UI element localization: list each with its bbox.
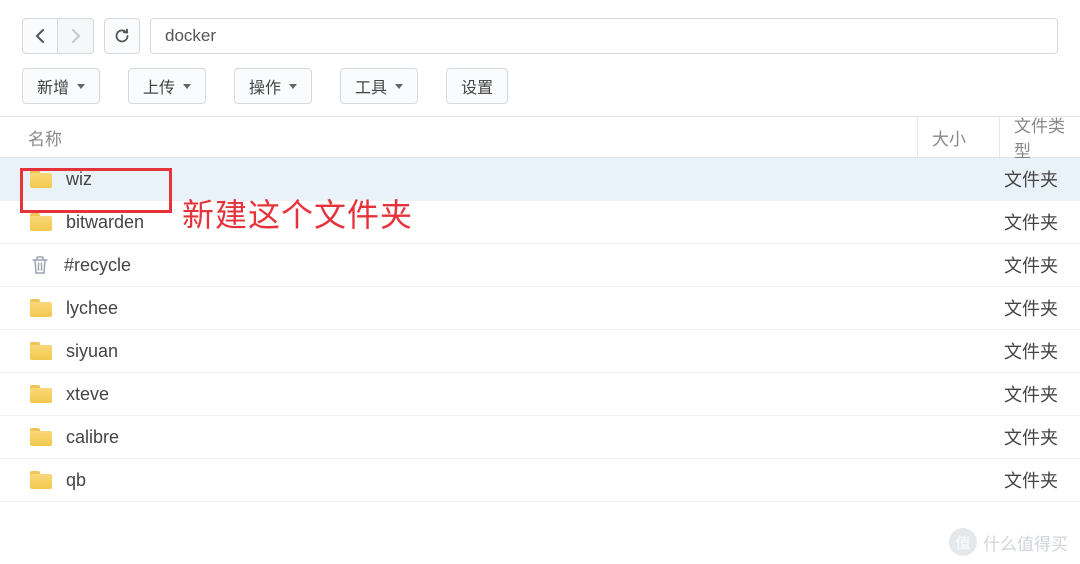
cell-type: 文件夹 (1000, 467, 1080, 493)
table-row[interactable]: bitwarden 文件夹 (0, 201, 1080, 244)
upload-button[interactable]: 上传 (128, 68, 206, 104)
file-name: bitwarden (66, 212, 144, 233)
back-button[interactable] (22, 18, 58, 54)
file-name: wiz (66, 169, 92, 190)
tool-button-label: 工具 (355, 74, 387, 98)
cell-type: 文件夹 (1000, 338, 1080, 364)
settings-button[interactable]: 设置 (446, 68, 508, 104)
refresh-button[interactable] (104, 18, 140, 54)
folder-icon (30, 170, 52, 188)
new-button-label: 新增 (37, 74, 69, 98)
cell-type: 文件夹 (1000, 424, 1080, 450)
column-header-name[interactable]: 名称 (0, 117, 918, 157)
chevron-left-icon (35, 29, 45, 43)
cell-type: 文件夹 (1000, 166, 1080, 192)
cell-type: 文件夹 (1000, 295, 1080, 321)
cell-name: #recycle (0, 255, 918, 276)
caret-down-icon (395, 84, 403, 89)
folder-icon (30, 471, 52, 489)
trash-icon (30, 255, 50, 275)
folder-icon (30, 299, 52, 317)
path-input[interactable] (150, 18, 1058, 54)
file-name: calibre (66, 427, 119, 448)
file-list: wiz文件夹bitwarden文件夹#recycle文件夹lychee文件夹si… (0, 158, 1080, 502)
caret-down-icon (183, 84, 191, 89)
action-button-label: 操作 (249, 74, 281, 98)
caret-down-icon (289, 84, 297, 89)
tool-button[interactable]: 工具 (340, 68, 418, 104)
table-row[interactable]: lychee 文件夹 (0, 287, 1080, 330)
watermark-badge: 值 (949, 528, 977, 556)
nav-group (22, 18, 94, 54)
file-name: qb (66, 470, 86, 491)
cell-name: xteve (0, 384, 918, 405)
cell-name: qb (0, 470, 918, 491)
cell-name: wiz (0, 169, 918, 190)
cell-name: calibre (0, 427, 918, 448)
folder-icon (30, 213, 52, 231)
folder-icon (30, 428, 52, 446)
cell-name: siyuan (0, 341, 918, 362)
watermark-text: 什么值得买 (983, 530, 1068, 555)
table-row[interactable]: xteve 文件夹 (0, 373, 1080, 416)
folder-icon (30, 342, 52, 360)
cell-type: 文件夹 (1000, 252, 1080, 278)
folder-icon (30, 385, 52, 403)
file-name: xteve (66, 384, 109, 405)
cell-type: 文件夹 (1000, 209, 1080, 235)
caret-down-icon (77, 84, 85, 89)
new-button[interactable]: 新增 (22, 68, 100, 104)
watermark: 值 什么值得买 (949, 528, 1068, 556)
cell-type: 文件夹 (1000, 381, 1080, 407)
cell-name: lychee (0, 298, 918, 319)
forward-button[interactable] (58, 18, 94, 54)
settings-button-label: 设置 (461, 74, 493, 98)
action-toolbar: 新增 上传 操作 工具 设置 (0, 62, 1080, 116)
table-row[interactable]: calibre 文件夹 (0, 416, 1080, 459)
table-row[interactable]: qb 文件夹 (0, 459, 1080, 502)
column-header-type[interactable]: 文件类型 (1000, 117, 1080, 157)
file-name: siyuan (66, 341, 118, 362)
file-name: lychee (66, 298, 118, 319)
file-name: #recycle (64, 255, 131, 276)
table-row[interactable]: wiz 文件夹 (0, 158, 1080, 201)
table-header: 名称 大小 文件类型 (0, 116, 1080, 158)
table-row[interactable]: siyuan 文件夹 (0, 330, 1080, 373)
refresh-icon (114, 28, 130, 44)
annotation-text: 新建这个文件夹 (182, 190, 413, 236)
top-toolbar (0, 0, 1080, 62)
upload-button-label: 上传 (143, 74, 175, 98)
action-button[interactable]: 操作 (234, 68, 312, 104)
column-header-size[interactable]: 大小 (918, 117, 1000, 157)
table-row[interactable]: #recycle 文件夹 (0, 244, 1080, 287)
chevron-right-icon (71, 29, 81, 43)
cell-name: bitwarden (0, 212, 918, 233)
